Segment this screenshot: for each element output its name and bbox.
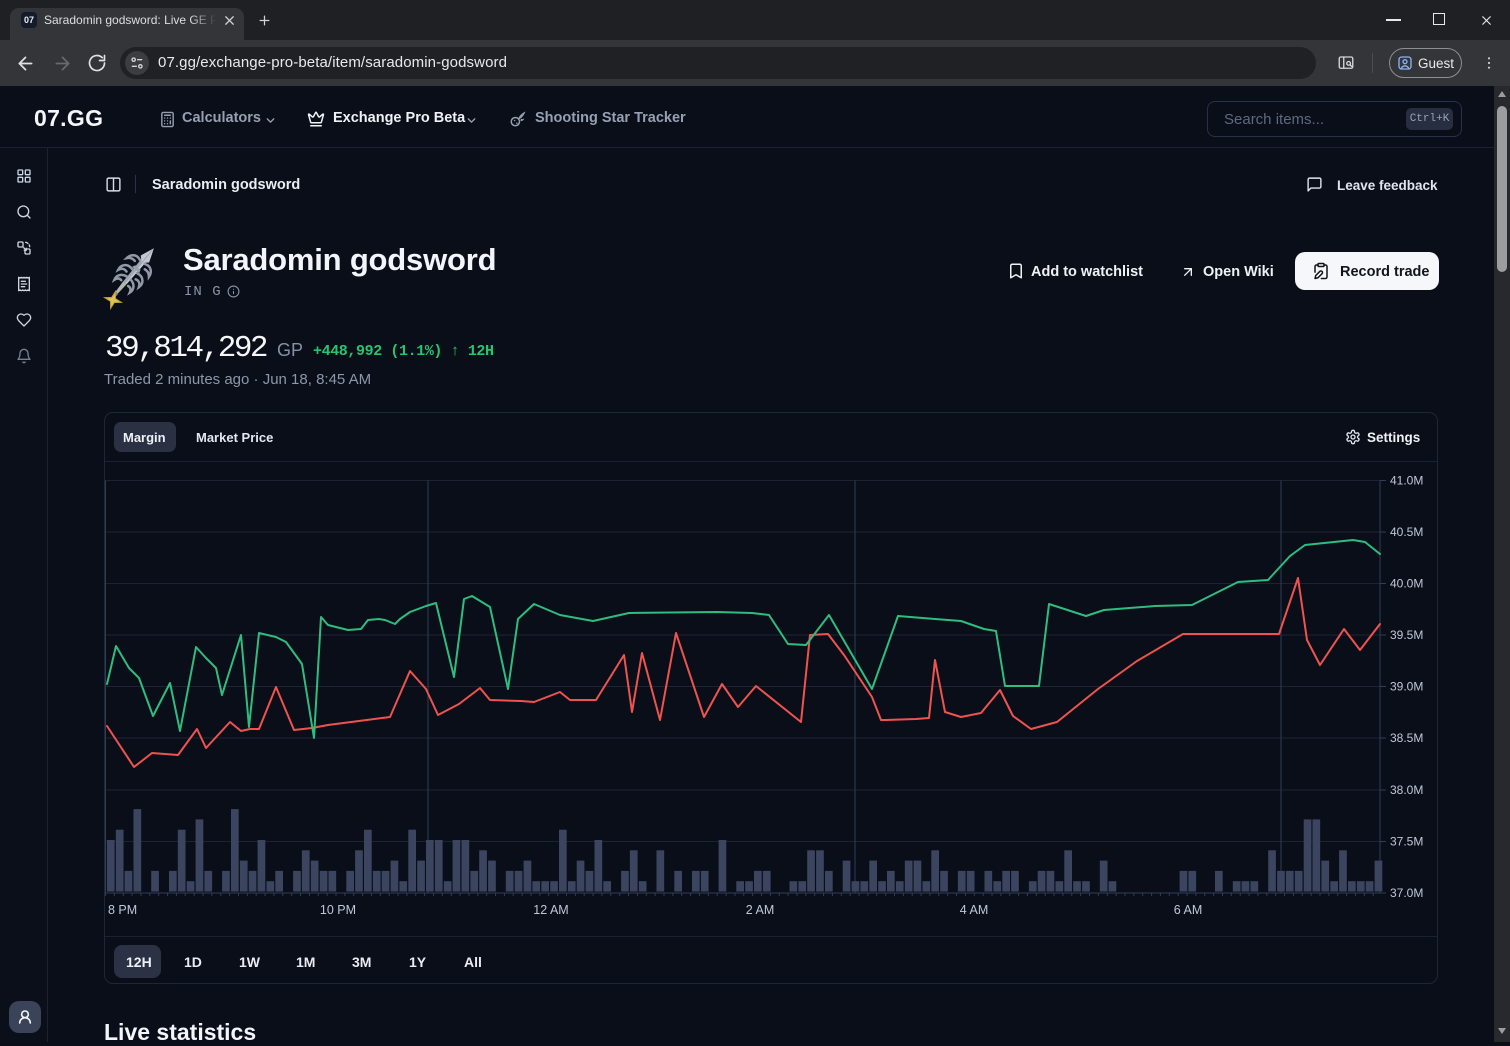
svg-text:12 AM: 12 AM [533,903,568,917]
svg-text:2 AM: 2 AM [746,903,775,917]
svg-text:10 PM: 10 PM [320,903,356,917]
svg-text:40.0M: 40.0M [1390,577,1423,591]
svg-text:39.5M: 39.5M [1390,628,1423,642]
svg-text:39.0M: 39.0M [1390,680,1423,694]
svg-text:37.0M: 37.0M [1390,886,1423,900]
svg-text:41.0M: 41.0M [1390,474,1423,488]
svg-text:8 PM: 8 PM [108,903,137,917]
svg-text:40.5M: 40.5M [1390,525,1423,539]
svg-text:6 AM: 6 AM [1174,903,1203,917]
svg-text:4 AM: 4 AM [960,903,989,917]
svg-text:37.5M: 37.5M [1390,835,1423,849]
svg-text:38.0M: 38.0M [1390,783,1423,797]
svg-text:38.5M: 38.5M [1390,731,1423,745]
